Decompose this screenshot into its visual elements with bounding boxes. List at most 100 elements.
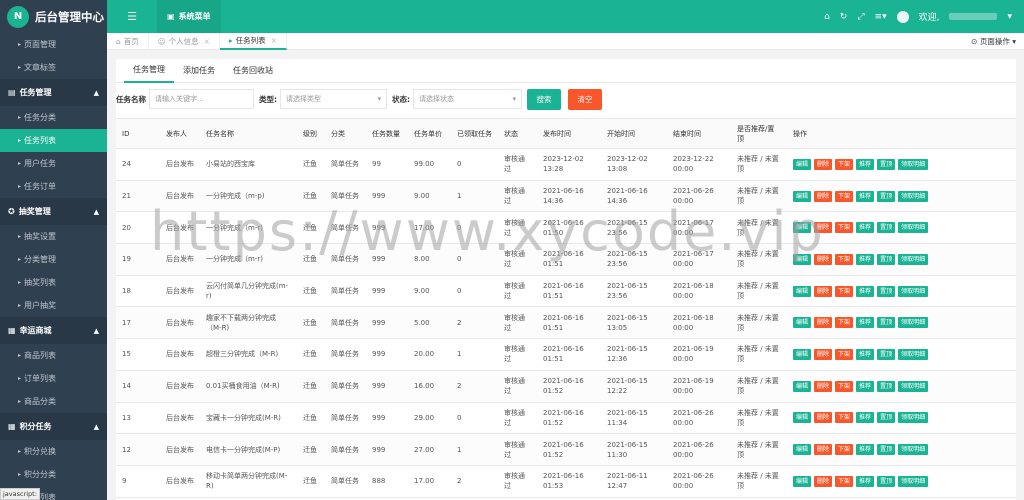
action-button[interactable]: 删除 <box>814 253 833 265</box>
action-button[interactable]: 下架 <box>835 158 854 170</box>
action-button[interactable]: 下架 <box>835 285 854 297</box>
action-button[interactable]: 编辑 <box>793 253 812 265</box>
action-button[interactable]: 推荐 <box>856 444 875 456</box>
action-button[interactable]: 置顶 <box>877 348 896 360</box>
action-button[interactable]: 编辑 <box>793 317 812 329</box>
action-button[interactable]: 领取明细 <box>898 444 929 456</box>
action-button[interactable]: 置顶 <box>877 380 896 392</box>
sidebar-item[interactable]: ▸ 抽奖设置 <box>0 225 107 248</box>
subtab[interactable]: 任务回收站 <box>224 59 282 83</box>
action-button[interactable]: 推荐 <box>856 412 875 424</box>
action-button[interactable]: 下架 <box>835 444 854 456</box>
welcome-text[interactable]: 欢迎, <box>919 10 940 23</box>
sidebar-group[interactable]: ✪ 抽奖管理 ▲ <box>0 198 107 225</box>
action-button[interactable]: 下架 <box>835 222 854 234</box>
action-button[interactable]: 推荐 <box>856 348 875 360</box>
action-button[interactable]: 编辑 <box>793 380 812 392</box>
action-button[interactable]: 领取明细 <box>898 475 929 487</box>
action-button[interactable]: 推荐 <box>856 380 875 392</box>
sidebar-item[interactable]: ▸ 任务列表 <box>0 129 107 152</box>
action-button[interactable]: 置顶 <box>877 285 896 297</box>
action-button[interactable]: 推荐 <box>856 158 875 170</box>
action-button[interactable]: 领取明细 <box>898 412 929 424</box>
sidebar-item[interactable]: ▸ 分类管理 <box>0 248 107 271</box>
action-button[interactable]: 编辑 <box>793 444 812 456</box>
action-button[interactable]: 置顶 <box>877 190 896 202</box>
chevron-down-icon[interactable]: ▾ <box>1007 12 1012 22</box>
action-button[interactable]: 删除 <box>814 380 833 392</box>
tab[interactable]: ▸ 任务列表 × <box>219 32 287 50</box>
sidebar-item[interactable]: ▸ 用户任务 <box>0 152 107 175</box>
action-button[interactable]: 领取明细 <box>898 158 929 170</box>
action-button[interactable]: 置顶 <box>877 317 896 329</box>
sidebar-item[interactable]: ▸ 用户抽奖 <box>0 294 107 317</box>
action-button[interactable]: 推荐 <box>856 475 875 487</box>
tab[interactable]: ⌂ 首页 <box>107 32 149 50</box>
action-button[interactable]: 删除 <box>814 412 833 424</box>
tab[interactable]: ☺ 个人信息 × <box>149 32 220 50</box>
close-icon[interactable]: × <box>271 36 277 45</box>
fullscreen-icon[interactable]: ⤢ <box>857 12 864 22</box>
action-button[interactable]: 置顶 <box>877 158 896 170</box>
refresh-icon[interactable]: ↻ <box>840 12 848 22</box>
action-button[interactable]: 下架 <box>835 412 854 424</box>
subtab[interactable]: 任务管理 <box>124 59 174 83</box>
action-button[interactable]: 删除 <box>814 317 833 329</box>
task-name-input[interactable]: 请输入关键字... <box>149 89 254 109</box>
action-button[interactable]: 删除 <box>814 444 833 456</box>
action-button[interactable]: 推荐 <box>856 222 875 234</box>
action-button[interactable]: 领取明细 <box>898 190 929 202</box>
action-button[interactable]: 置顶 <box>877 475 896 487</box>
system-menu-button[interactable]: ▣ 系统菜单 <box>157 0 221 33</box>
action-button[interactable]: 领取明细 <box>898 317 929 329</box>
action-button[interactable]: 推荐 <box>856 317 875 329</box>
avatar[interactable] <box>896 10 909 23</box>
action-button[interactable]: 删除 <box>814 348 833 360</box>
action-button[interactable]: 下架 <box>835 475 854 487</box>
clear-button[interactable]: 清空 <box>568 88 602 110</box>
action-button[interactable]: 领取明细 <box>898 253 929 265</box>
action-button[interactable]: 领取明细 <box>898 380 929 392</box>
action-button[interactable]: 推荐 <box>856 190 875 202</box>
action-button[interactable]: 推荐 <box>856 285 875 297</box>
action-button[interactable]: 编辑 <box>793 285 812 297</box>
sidebar-group[interactable]: ▦ 积分任务 ▲ <box>0 413 107 440</box>
sidebar-item[interactable]: ▸ 订单列表 <box>0 367 107 390</box>
action-button[interactable]: 删除 <box>814 285 833 297</box>
sidebar-item[interactable]: ▸ 文章标签 <box>0 56 107 79</box>
action-button[interactable]: 下架 <box>835 317 854 329</box>
type-select[interactable]: 请选择类型 ▾ <box>280 89 387 109</box>
list-menu-icon[interactable]: ≡▾ <box>875 12 887 22</box>
action-button[interactable]: 删除 <box>814 158 833 170</box>
action-button[interactable]: 编辑 <box>793 222 812 234</box>
action-button[interactable]: 删除 <box>814 475 833 487</box>
sidebar-item[interactable]: ▸ 积分分类 <box>0 463 107 486</box>
sidebar-group[interactable]: ▤ 任务管理 ▲ <box>0 79 107 106</box>
action-button[interactable]: 置顶 <box>877 412 896 424</box>
action-button[interactable]: 置顶 <box>877 222 896 234</box>
search-button[interactable]: 搜索 <box>527 88 561 110</box>
action-button[interactable]: 下架 <box>835 190 854 202</box>
action-button[interactable]: 下架 <box>835 380 854 392</box>
home-icon[interactable]: ⌂ <box>824 12 830 22</box>
action-button[interactable]: 编辑 <box>793 412 812 424</box>
action-button[interactable]: 下架 <box>835 348 854 360</box>
sidebar-group[interactable]: ▦ 幸运商城 ▲ <box>0 317 107 344</box>
action-button[interactable]: 编辑 <box>793 158 812 170</box>
page-operations-button[interactable]: ⊙ 页面操作 ▾ <box>971 36 1024 47</box>
action-button[interactable]: 领取明细 <box>898 222 929 234</box>
action-button[interactable]: 删除 <box>814 190 833 202</box>
sidebar-item[interactable]: ▸ 页面管理 <box>0 33 107 56</box>
sidebar-item[interactable]: ▸ 抽奖列表 <box>0 271 107 294</box>
action-button[interactable]: 领取明细 <box>898 285 929 297</box>
action-button[interactable]: 领取明细 <box>898 348 929 360</box>
sidebar-item[interactable]: ▸ 任务分类 <box>0 106 107 129</box>
sidebar-item[interactable]: ▸ 任务订单 <box>0 175 107 198</box>
action-button[interactable]: 下架 <box>835 253 854 265</box>
action-button[interactable]: 编辑 <box>793 190 812 202</box>
sidebar-item[interactable]: ▸ 积分兑换 <box>0 440 107 463</box>
action-button[interactable]: 删除 <box>814 222 833 234</box>
sidebar-item[interactable]: ▸ 商品分类 <box>0 390 107 413</box>
menu-toggle-icon[interactable]: ☰ <box>107 10 157 23</box>
action-button[interactable]: 置顶 <box>877 253 896 265</box>
